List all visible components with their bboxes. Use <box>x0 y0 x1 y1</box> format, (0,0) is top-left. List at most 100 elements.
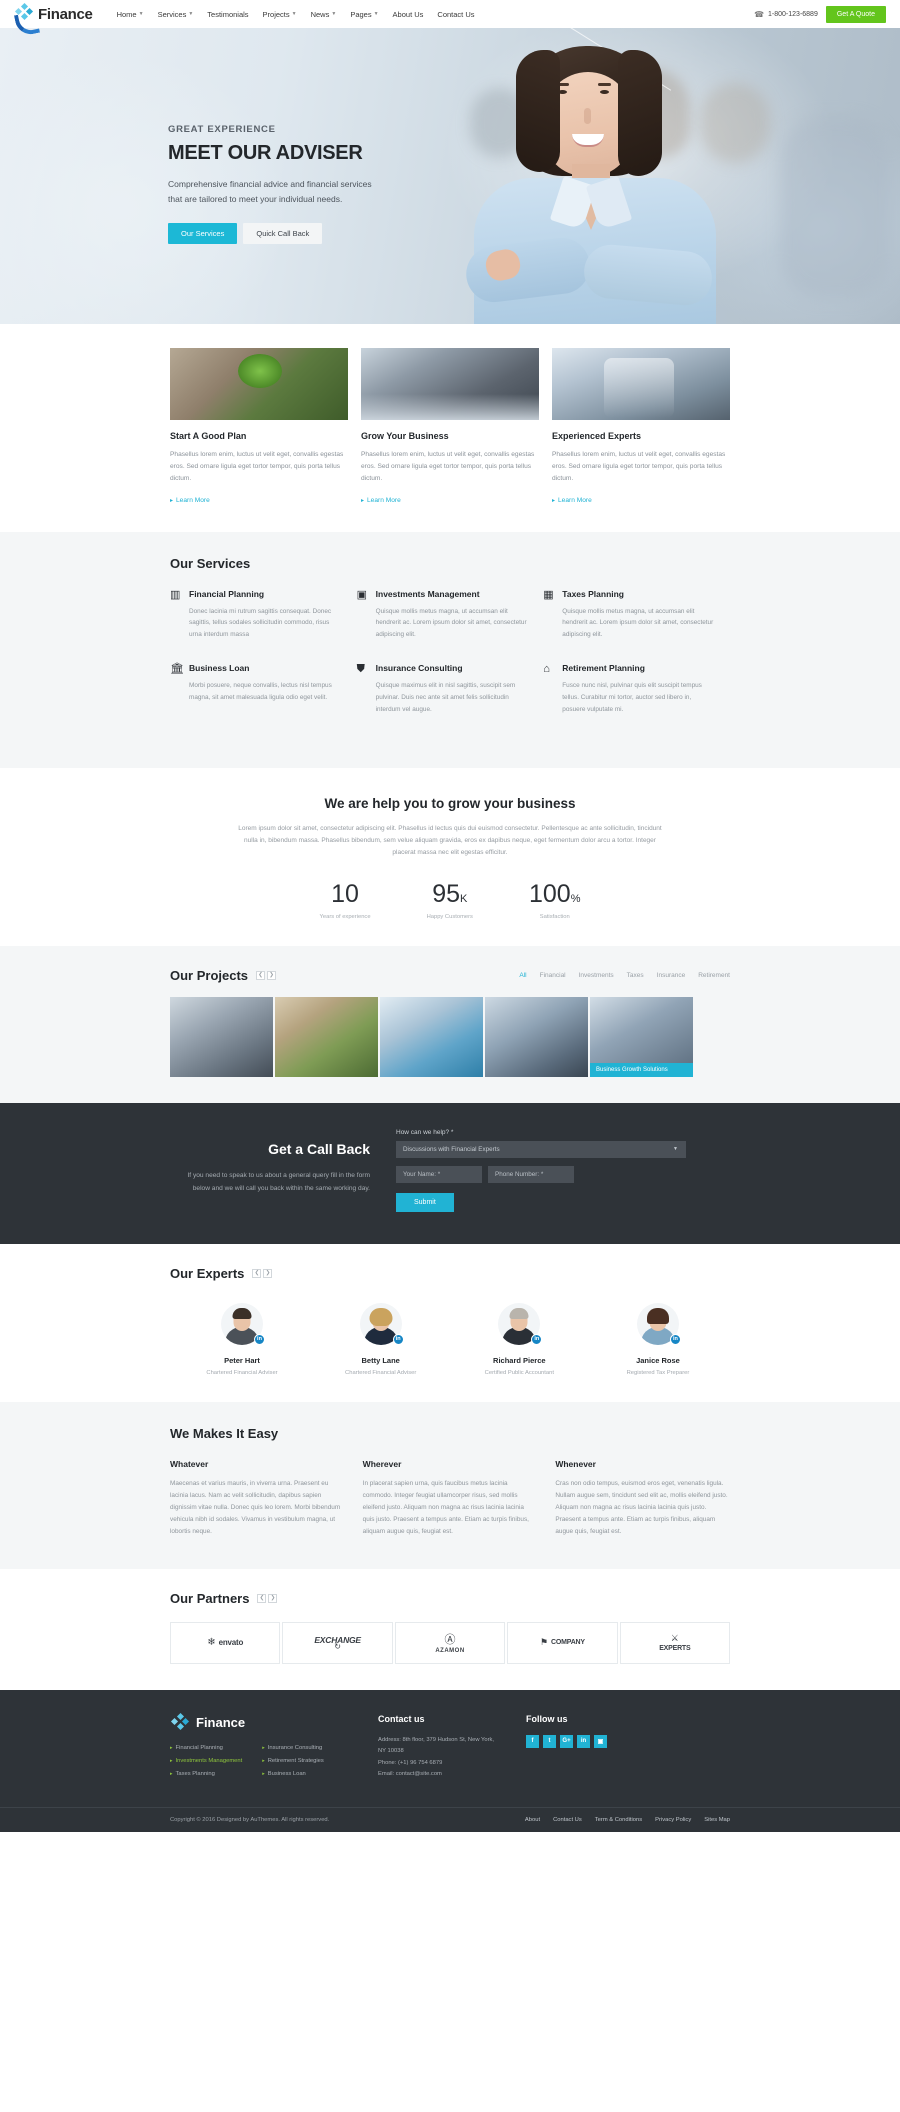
bullet-icon: ▸ <box>170 1744 173 1751</box>
footer-bottom-link-terms[interactable]: Term & Conditions <box>595 1817 642 1823</box>
service-text: Morbi posuere, neque convallis, lectus n… <box>189 682 332 701</box>
submit-button[interactable]: Submit <box>396 1192 454 1212</box>
partner-name: AZAMON <box>435 1648 465 1655</box>
partner-logo-experts[interactable]: ⚔ EXPERTS <box>619 1621 731 1664</box>
service-title: Taxes Planning <box>562 588 625 599</box>
twitter-icon[interactable]: t <box>543 1734 556 1748</box>
contact-heading: Contact us <box>378 1713 425 1724</box>
expert-role: Registered Tax Preparer <box>626 1369 690 1376</box>
linkedin-icon[interactable]: in <box>577 1734 590 1748</box>
footer-link-investments-management[interactable]: ▸ Investments Management <box>170 1758 242 1764</box>
footer-bottom-link-sites-map[interactable]: Sites Map <box>704 1817 730 1823</box>
footer-bottom-link-about[interactable]: About <box>525 1817 540 1823</box>
grow-text: Lorem ipsum dolor sit amet, consectetur … <box>238 824 662 857</box>
bank-icon: 🏛 <box>170 663 184 676</box>
footer-link-insurance-consulting[interactable]: ▸ Insurance Consulting <box>262 1745 324 1751</box>
nav-item-projects[interactable]: Projects ▼ <box>263 10 297 19</box>
easy-text: In placerat sapien urna, quis faucibus m… <box>362 1479 529 1536</box>
nav-item-pages[interactable]: Pages ▼ <box>350 10 378 19</box>
nav-item-news[interactable]: News ▼ <box>311 10 337 19</box>
footer-link-business-loan[interactable]: ▸ Business Loan <box>262 1771 324 1777</box>
carousel-prev-icon[interactable]: ❮ <box>252 1268 262 1278</box>
project-label: Business Growth Solutions <box>590 1062 693 1077</box>
expert-role: Certified Public Accountant <box>484 1369 554 1376</box>
nav-label: About Us <box>392 9 424 19</box>
facebook-icon[interactable]: f <box>526 1734 539 1748</box>
service-title: Business Loan <box>189 663 250 674</box>
project-tile[interactable] <box>170 996 273 1077</box>
filter-financial[interactable]: Financial <box>540 972 566 979</box>
learn-more-link[interactable]: ▸ Learn More <box>170 497 348 504</box>
linkedin-icon[interactable]: in <box>531 1333 543 1345</box>
hero-subtitle: Comprehensive financial advice and finan… <box>168 179 372 204</box>
nav-item-home[interactable]: Home ▼ <box>117 10 144 19</box>
name-input[interactable] <box>396 1165 482 1183</box>
filter-insurance[interactable]: Insurance <box>657 972 686 979</box>
site-logo[interactable]: Finance <box>13 2 93 38</box>
expert-card: in Janice Rose Registered Tax Preparer <box>604 1302 712 1376</box>
learn-more-link[interactable]: ▸ Learn More <box>552 497 730 504</box>
filter-all[interactable]: All <box>519 972 526 979</box>
header-phone[interactable]: ☎ 1-800-123-6889 <box>754 10 818 19</box>
nav-item-contact-us[interactable]: Contact Us <box>437 10 474 19</box>
partner-logo-envato[interactable]: ❄ envato <box>170 1621 281 1664</box>
get-a-quote-button[interactable]: Get A Quote <box>825 5 886 23</box>
help-select-label: How can we help? * <box>396 1128 454 1136</box>
money-icon: ▣ <box>356 588 368 601</box>
project-tile[interactable] <box>380 996 483 1077</box>
footer-bottom-link-privacy[interactable]: Privacy Policy <box>655 1817 691 1823</box>
service-item-taxes-planning: ▦ Taxes Planning Quisque mollis metus ma… <box>543 589 730 642</box>
carousel-next-icon[interactable]: ❯ <box>267 970 277 980</box>
quick-call-back-button[interactable]: Quick Call Back <box>243 222 323 244</box>
filter-investments[interactable]: Investments <box>579 972 614 979</box>
feature-title: Experienced Experts <box>552 431 642 441</box>
partner-logo-company[interactable]: ⚑ COMPANY <box>507 1621 618 1664</box>
nav-item-testimonials[interactable]: Testimonials <box>207 10 248 19</box>
footer-bottom-link-contact-us[interactable]: Contact Us <box>553 1817 582 1823</box>
phone-input[interactable] <box>488 1165 574 1183</box>
learn-more-link[interactable]: ▸ Learn More <box>361 497 539 504</box>
partner-name: envato <box>218 1638 244 1648</box>
carousel-prev-icon[interactable]: ❮ <box>257 1593 267 1603</box>
instagram-icon[interactable]: ▣ <box>594 1734 607 1748</box>
carousel-prev-icon[interactable]: ❮ <box>256 970 266 980</box>
counter-years-experience: 10 Years of experience <box>320 879 371 920</box>
counter-value: 10 <box>331 879 359 908</box>
footer-logo[interactable]: Finance <box>170 1712 350 1732</box>
carousel-next-icon[interactable]: ❯ <box>263 1268 273 1278</box>
partner-logo-azamon[interactable]: Ⓐ AZAMON <box>394 1621 506 1664</box>
expert-role: Chartered Financial Adviser <box>206 1369 278 1376</box>
carousel-next-icon[interactable]: ❯ <box>268 1593 278 1603</box>
counter-happy-customers: 95K Happy Customers <box>427 881 473 920</box>
project-tile[interactable] <box>275 996 378 1077</box>
footer-link-financial-planning[interactable]: ▸ Financial Planning <box>170 1745 242 1751</box>
main-nav: Home ▼ Services ▼ Testimonials Projects … <box>117 10 754 19</box>
counter-label: Satisfaction <box>539 913 570 920</box>
counter-value: 100 <box>528 879 571 908</box>
project-tile[interactable]: Business Growth Solutions <box>590 996 693 1077</box>
our-services-button[interactable]: Our Services <box>168 222 238 244</box>
footer-link-taxes-planning[interactable]: ▸ Taxes Planning <box>170 1771 242 1777</box>
call-back-section: Get a Call Back If you need to speak to … <box>0 1102 900 1244</box>
expert-card: in Betty Lane Chartered Financial Advise… <box>327 1302 435 1376</box>
footer-logo-text: Finance <box>196 1715 246 1731</box>
footer-link-label: Investments Management <box>175 1757 243 1764</box>
nav-item-services[interactable]: Services ▼ <box>158 10 194 19</box>
experts-section: Our Experts ❮ ❯ in Peter Hart Chartered … <box>0 1243 900 1402</box>
google-plus-icon[interactable]: G+ <box>560 1734 573 1748</box>
linkedin-icon[interactable]: in <box>254 1333 265 1345</box>
linkedin-icon[interactable]: in <box>392 1333 404 1345</box>
bullet-icon: ▸ <box>170 1757 173 1764</box>
feature-text: Phasellus lorem enim, luctus ut velit eg… <box>170 451 344 483</box>
avatar: in <box>636 1302 681 1345</box>
expert-name: Peter Hart <box>224 1355 260 1365</box>
footer-link-retirement-strategies[interactable]: ▸ Retirement Strategies <box>262 1758 324 1764</box>
project-tile[interactable] <box>485 996 588 1077</box>
filter-retirement[interactable]: Retirement <box>698 972 730 979</box>
partner-logo-exchange[interactable]: EXCHANGE ↻ <box>282 1621 393 1664</box>
filter-taxes[interactable]: Taxes <box>627 972 644 979</box>
service-text: Donec lacinia mi rutrum sagittis consequ… <box>189 607 332 639</box>
nav-item-about-us[interactable]: About Us <box>393 10 424 19</box>
linkedin-icon[interactable]: in <box>669 1333 681 1345</box>
help-select[interactable]: Discussions with Financial Experts ▼ <box>396 1140 686 1158</box>
